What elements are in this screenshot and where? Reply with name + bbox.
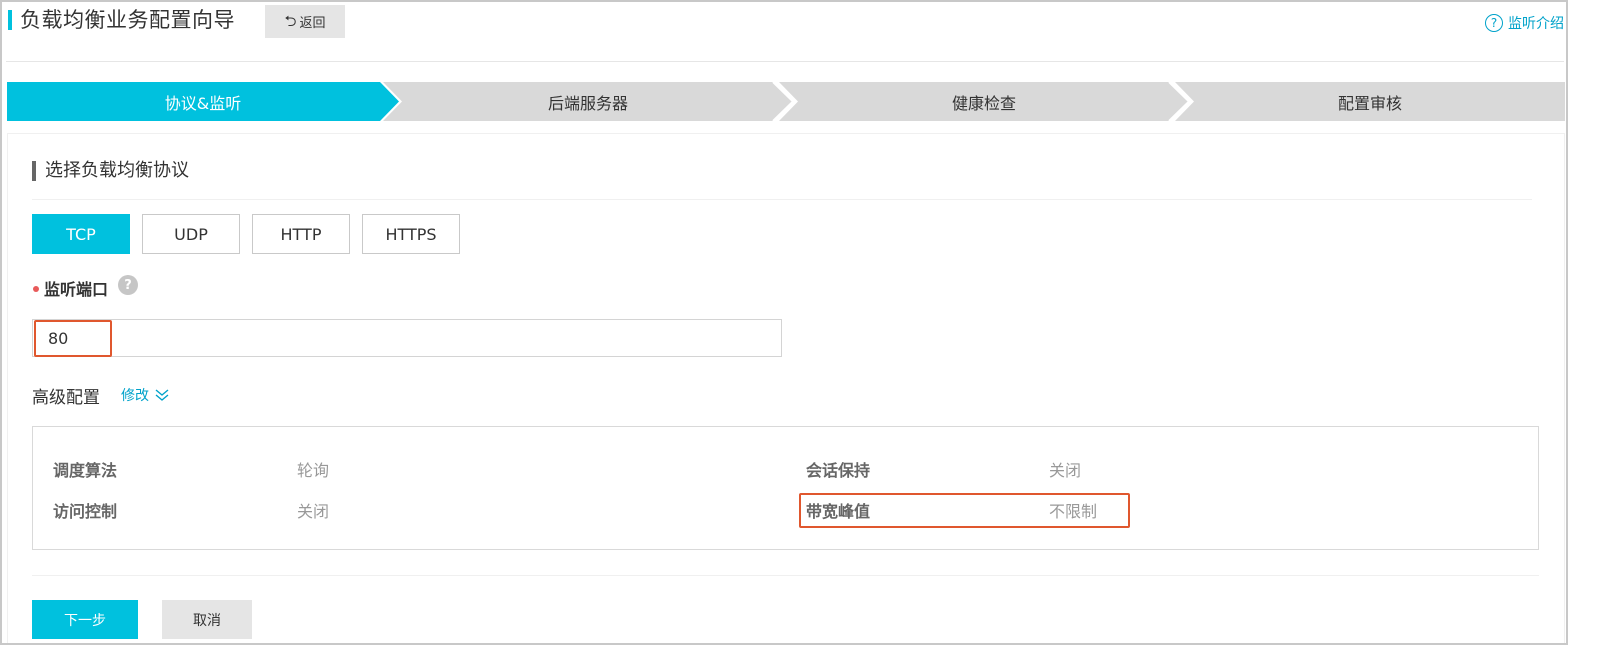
question-circle-icon: ? [1485,14,1503,32]
page-title: 负载均衡业务配置向导 [20,8,235,32]
step-label: 后端服务器 [547,93,628,113]
back-button[interactable]: ⮌ 返回 [265,5,345,38]
title-accent-bar [8,10,12,30]
step-config-review[interactable]: 配置审核 [1175,82,1565,121]
back-button-label: 返回 [299,16,326,31]
access-control-key: 访问控制 [53,502,118,521]
step-label: 协议&监听 [164,93,242,113]
advanced-config-label: 高级配置 [32,388,100,408]
advanced-config-box [32,426,1539,550]
protocol-section-title: 选择负载均衡协议 [45,160,189,181]
listen-port-input[interactable] [32,319,782,357]
protocol-udp-button[interactable]: UDP [142,214,240,254]
access-control-value: 关闭 [297,502,330,521]
protocol-tcp-button[interactable]: TCP [32,214,130,254]
scheduling-algorithm-value: 轮询 [297,461,330,480]
step-label: 配置审核 [1337,93,1402,113]
modify-label: 修改 [121,388,149,404]
protocol-http-button[interactable]: HTTP [252,214,350,254]
protocol-https-button[interactable]: HTTPS [362,214,460,254]
question-mark-icon[interactable]: ? [118,275,138,295]
content-panel [7,133,1565,643]
step-protocol-listener[interactable]: 协议&监听 [7,82,399,121]
scheduling-algorithm-key: 调度算法 [53,461,118,480]
section-accent-bar [32,161,36,181]
undo-arrow-icon: ⮌ [284,12,297,30]
step-health-check[interactable]: 健康检查 [779,82,1189,121]
listener-help-label: 监听介绍 [1508,16,1564,32]
bandwidth-peak-value: 不限制 [1049,502,1098,521]
listen-port-label: 监听端口 [44,280,109,299]
footer-divider [32,575,1539,576]
required-dot-icon [33,286,39,292]
listener-help-link[interactable]: ? 监听介绍 [1485,13,1564,33]
step-label: 健康检查 [951,93,1016,113]
section-divider [32,199,1532,200]
header-divider [6,61,1564,62]
bandwidth-peak-key: 带宽峰值 [806,502,871,521]
cancel-button[interactable]: 取消 [162,600,252,639]
double-chevron-down-icon [155,389,169,401]
advanced-modify-link[interactable]: 修改 [121,385,169,405]
step-backend-servers[interactable]: 后端服务器 [383,82,793,121]
next-step-button[interactable]: 下一步 [32,600,138,639]
session-persistence-value: 关闭 [1049,461,1082,480]
session-persistence-key: 会话保持 [806,461,871,480]
wizard-steps: 协议&监听 后端服务器 健康检查 配置审核 [7,82,1565,121]
